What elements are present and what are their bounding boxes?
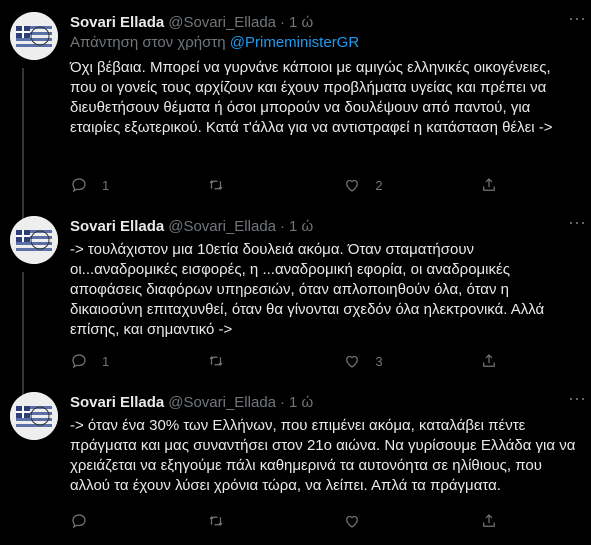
share-button[interactable]: [480, 512, 500, 530]
more-icon[interactable]: ···: [567, 9, 587, 32]
avatar[interactable]: [10, 216, 58, 264]
like-button[interactable]: [343, 512, 423, 530]
reply-button[interactable]: 1: [70, 176, 150, 194]
tweet[interactable]: Sovari Ellada @Sovari_Ellada · 1 ώ -> ότ…: [0, 389, 591, 537]
tweet[interactable]: Sovari Ellada @Sovari_Ellada · 1 ώ Απάντ…: [0, 9, 591, 220]
share-icon: [483, 514, 495, 527]
user-handle[interactable]: @Sovari_Ellada: [168, 218, 276, 235]
avatar-flag-icon: [10, 12, 58, 60]
timestamp[interactable]: 1 ώ: [289, 218, 313, 235]
retweet-icon: [209, 516, 223, 526]
separator-dot: ·: [280, 393, 286, 411]
user-handle[interactable]: @Sovari_Ellada: [168, 14, 276, 31]
reply-icon: [72, 514, 86, 529]
thread-line: [22, 68, 24, 220]
avatar[interactable]: [10, 12, 58, 60]
reply-prefix: Απάντηση στον χρήστη: [70, 34, 230, 51]
like-count: 3: [375, 353, 383, 369]
reply-count: 1: [102, 353, 110, 369]
tweet-actions: [70, 511, 500, 531]
tweet-text: Όχι βέβαια. Μπορεί να γυρνάνε κάποιοι με…: [70, 59, 553, 136]
reply-icon: [72, 354, 86, 369]
avatar-flag-icon: [10, 216, 58, 264]
retweet-button[interactable]: [207, 352, 287, 370]
heart-icon: [346, 515, 359, 528]
tweet[interactable]: Sovari Ellada @Sovari_Ellada · 1 ώ -> το…: [0, 213, 591, 396]
share-button[interactable]: [480, 176, 500, 194]
avatar[interactable]: [10, 392, 58, 440]
reply-count: 1: [102, 177, 110, 193]
more-icon[interactable]: ···: [567, 213, 587, 236]
retweet-button[interactable]: [207, 176, 287, 194]
share-icon: [483, 354, 495, 367]
display-name[interactable]: Sovari Ellada: [70, 218, 164, 235]
avatar-flag-icon: [10, 392, 58, 440]
tweet-actions: 1 3: [70, 351, 500, 371]
share-icon: [483, 178, 495, 191]
share-button[interactable]: [480, 352, 500, 370]
reply-mention-link[interactable]: @PrimeministerGR: [230, 34, 359, 51]
tweet-thread: Sovari Ellada @Sovari_Ellada · 1 ώ Απάντ…: [0, 0, 591, 545]
heart-icon: [346, 355, 359, 368]
reply-button[interactable]: 1: [70, 352, 150, 370]
display-name[interactable]: Sovari Ellada: [70, 394, 164, 411]
tweet-text: -> όταν ένα 30% των Ελλήνων, που επιμένε…: [70, 417, 576, 494]
tweet-actions: 1 2: [70, 175, 500, 195]
like-button[interactable]: 3: [343, 352, 423, 370]
tweet-text: -> τουλάχιστον μια 10ετία δουλειά ακόμα.…: [70, 241, 545, 338]
retweet-icon: [209, 180, 223, 190]
retweet-button[interactable]: [207, 512, 287, 530]
reply-context: Απάντηση στον χρήστη @PrimeministerGR: [70, 34, 579, 54]
reply-icon: [72, 178, 86, 193]
timestamp[interactable]: 1 ώ: [289, 394, 313, 411]
user-handle[interactable]: @Sovari_Ellada: [168, 394, 276, 411]
thread-line: [22, 272, 24, 396]
like-count: 2: [375, 177, 383, 193]
heart-icon: [346, 179, 359, 192]
separator-dot: ·: [280, 13, 286, 31]
timestamp[interactable]: 1 ώ: [289, 14, 313, 31]
retweet-icon: [209, 356, 223, 366]
separator-dot: ·: [280, 217, 286, 235]
more-icon[interactable]: ···: [567, 389, 587, 412]
like-button[interactable]: 2: [343, 176, 423, 194]
reply-button[interactable]: [70, 512, 150, 530]
display-name[interactable]: Sovari Ellada: [70, 14, 164, 31]
